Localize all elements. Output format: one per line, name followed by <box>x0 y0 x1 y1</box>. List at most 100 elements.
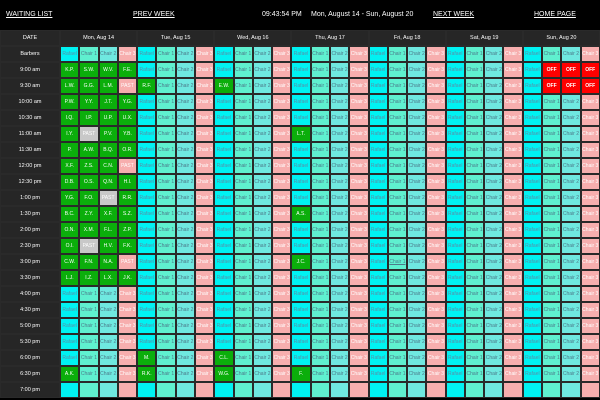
slot-cell[interactable]: Chair 2 <box>484 62 504 78</box>
slot-cell[interactable] <box>310 382 330 398</box>
slot-cell[interactable]: Rafael <box>214 318 234 334</box>
slot-cell[interactable]: Chair 3 <box>580 126 600 142</box>
slot-cell[interactable]: Rafael <box>137 174 157 190</box>
slot-cell[interactable]: Chair 3 <box>272 174 292 190</box>
slot-cell[interactable]: Rafael <box>445 238 465 254</box>
slot-cell[interactable] <box>60 382 80 398</box>
slot-cell[interactable]: Chair 2 <box>175 62 195 78</box>
slot-cell[interactable]: Chair 2 <box>407 206 427 222</box>
slot-cell[interactable]: Chair 2 <box>98 350 118 366</box>
slot-cell[interactable]: Chair 1 <box>79 366 99 382</box>
slot-cell[interactable]: Chair 1 <box>310 62 330 78</box>
slot-cell[interactable]: Chair 2 <box>252 174 273 190</box>
slot-cell[interactable]: Chair 2 <box>175 78 195 94</box>
slot-cell[interactable]: Chair 1 <box>464 366 485 382</box>
slot-cell[interactable]: Chair 2 <box>175 222 195 238</box>
slot-cell[interactable]: Chair 1 <box>464 318 485 334</box>
slot-cell[interactable]: Rafael <box>214 302 234 318</box>
slot-cell[interactable]: Chair 3 <box>194 286 215 302</box>
slot-cell[interactable]: Chair 3 <box>272 334 292 350</box>
slot-cell[interactable]: Chair 3 <box>272 78 292 94</box>
slot-cell[interactable]: Rafael <box>445 126 465 142</box>
slot-cell[interactable]: Chair 2 <box>561 366 581 382</box>
slot-cell[interactable]: Rafael <box>214 270 234 286</box>
slot-cell[interactable]: Chair 1 <box>310 142 330 158</box>
slot-cell[interactable]: Chair 1 <box>387 190 408 206</box>
slot-cell[interactable]: Rafael <box>291 78 311 94</box>
slot-cell[interactable]: Rafael <box>214 94 234 110</box>
slot-cell[interactable]: Chair 3 <box>503 334 523 350</box>
slot-cell[interactable]: Chair 3 <box>580 350 600 366</box>
slot-cell[interactable]: Chair 3 <box>503 142 523 158</box>
slot-cell[interactable]: Chair 3 <box>580 238 600 254</box>
slot-cell[interactable]: Chair 1 <box>464 126 485 142</box>
slot-cell[interactable]: Rafael <box>214 190 234 206</box>
slot-cell[interactable]: Chair 3 <box>272 62 292 78</box>
slot-cell[interactable]: Rafael <box>445 286 465 302</box>
slot-cell[interactable]: Rafael <box>214 174 234 190</box>
slot-cell[interactable]: Rafael <box>137 94 157 110</box>
slot-cell[interactable]: Chair 3 <box>580 254 600 270</box>
slot-cell[interactable]: Rafael <box>368 302 388 318</box>
slot-cell[interactable]: Chair 2 <box>407 254 427 270</box>
slot-cell[interactable]: Chair 1 <box>156 334 176 350</box>
slot-cell[interactable]: Chair 1 <box>156 142 176 158</box>
slot-cell[interactable]: Chair 2 <box>484 126 504 142</box>
slot-cell[interactable]: Chair 2 <box>407 174 427 190</box>
slot-cell[interactable]: Rafael <box>368 174 388 190</box>
slot-cell[interactable]: Chair 1 <box>156 270 176 286</box>
slot-cell[interactable]: Chair 3 <box>503 286 523 302</box>
slot-cell[interactable]: Chair 2 <box>252 126 273 142</box>
slot-cell[interactable]: Chair 1 <box>464 270 485 286</box>
slot-cell[interactable]: Chair 3 <box>503 350 523 366</box>
slot-cell[interactable]: Chair 3 <box>426 110 446 126</box>
slot-cell[interactable]: Rafael <box>368 366 388 382</box>
slot-cell[interactable]: Rafael <box>60 286 80 302</box>
slot-cell[interactable]: Chair 3 <box>272 142 292 158</box>
slot-cell[interactable]: Chair 2 <box>252 334 273 350</box>
slot-cell[interactable]: Chair 3 <box>349 190 369 206</box>
slot-cell[interactable]: Chair 2 <box>484 158 504 174</box>
slot-cell[interactable]: Chair 3 <box>503 158 523 174</box>
next-week-link[interactable]: NEXT WEEK <box>433 11 474 18</box>
slot-cell[interactable]: Chair 1 <box>542 238 562 254</box>
slot-cell[interactable]: Chair 3 <box>272 94 292 110</box>
slot-cell[interactable]: Chair 3 <box>117 366 138 382</box>
slot-cell[interactable]: Chair 1 <box>310 126 330 142</box>
slot-cell[interactable]: Rafael <box>522 174 543 190</box>
slot-cell[interactable]: Chair 2 <box>98 334 118 350</box>
slot-cell[interactable]: Chair 2 <box>407 62 427 78</box>
slot-cell[interactable]: Chair 2 <box>175 318 195 334</box>
slot-cell[interactable] <box>98 382 118 398</box>
slot-cell[interactable]: Chair 1 <box>387 142 408 158</box>
slot-cell[interactable]: Chair 2 <box>484 302 504 318</box>
slot-cell[interactable]: Chair 3 <box>349 350 369 366</box>
slot-cell[interactable]: Chair 3 <box>503 174 523 190</box>
slot-cell[interactable]: Chair 3 <box>580 158 600 174</box>
slot-cell[interactable]: Chair 3 <box>272 158 292 174</box>
slot-cell[interactable]: Chair 2 <box>561 158 581 174</box>
slot-cell[interactable]: Chair 2 <box>252 254 273 270</box>
slot-cell[interactable]: Chair 3 <box>426 286 446 302</box>
slot-cell[interactable]: Chair 1 <box>310 222 330 238</box>
slot-cell[interactable]: Chair 2 <box>484 254 504 270</box>
slot-cell[interactable]: Rafael <box>522 142 543 158</box>
slot-cell[interactable]: Chair 3 <box>426 238 446 254</box>
slot-cell[interactable]: Rafael <box>522 222 543 238</box>
slot-cell[interactable]: Chair 3 <box>349 142 369 158</box>
slot-cell[interactable]: Chair 3 <box>349 126 369 142</box>
slot-cell[interactable]: Chair 1 <box>387 238 408 254</box>
slot-cell[interactable]: Chair 1 <box>387 110 408 126</box>
slot-cell[interactable]: Chair 2 <box>484 206 504 222</box>
slot-cell[interactable]: Chair 1 <box>156 206 176 222</box>
slot-cell[interactable]: Chair 2 <box>252 286 273 302</box>
slot-cell[interactable]: Rafael <box>214 158 234 174</box>
slot-cell[interactable]: Chair 2 <box>561 254 581 270</box>
slot-cell[interactable]: Chair 2 <box>329 174 350 190</box>
slot-cell[interactable]: Rafael <box>368 254 388 270</box>
slot-cell[interactable]: Rafael <box>368 350 388 366</box>
slot-cell[interactable]: Chair 2 <box>407 238 427 254</box>
slot-cell[interactable]: Chair 1 <box>542 270 562 286</box>
slot-cell[interactable] <box>137 382 157 398</box>
slot-cell[interactable]: Chair 2 <box>252 62 273 78</box>
